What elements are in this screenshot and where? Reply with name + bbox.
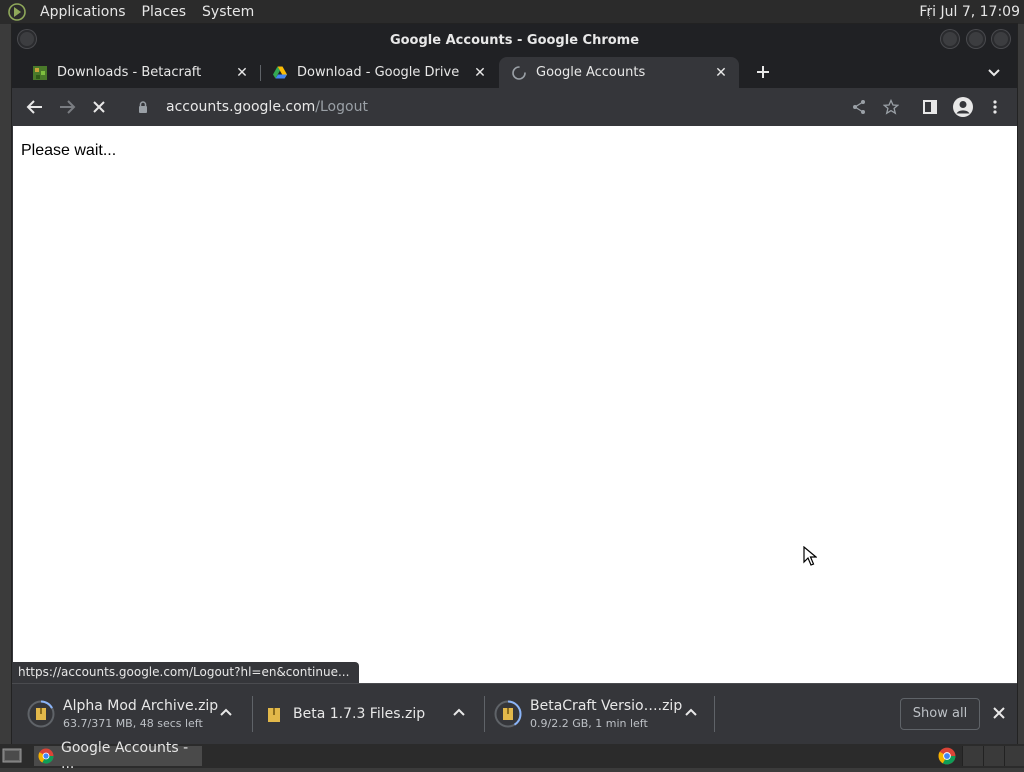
kebab-menu-icon[interactable]	[983, 95, 1007, 119]
download-status: 0.9/2.2 GB, 1 min left	[530, 717, 648, 730]
please-wait-text: Please wait...	[21, 142, 117, 159]
chrome-icon	[38, 748, 54, 764]
tab-label: Google Accounts	[536, 65, 646, 80]
window-title: Google Accounts - Google Chrome	[389, 33, 640, 48]
stop-loading-x-icon[interactable]	[87, 95, 111, 119]
taskbar-window-button[interactable]: Google Accounts - ...	[34, 740, 202, 772]
workspace-3[interactable]	[1004, 746, 1024, 766]
clock[interactable]: Fri Jul 7, 17:09	[919, 0, 1020, 24]
tab-google-accounts[interactable]: Google Accounts ✕	[499, 57, 739, 88]
link-status-bubble: https://accounts.google.com/Logout?hl=en…	[12, 662, 360, 683]
chrome-window: Google Accounts - Google Chrome Download…	[12, 24, 1017, 744]
toolbar: accounts.google.com/Logout	[12, 88, 1017, 126]
minimize-button[interactable]	[941, 30, 959, 48]
download-item[interactable]: BetaCraft Versio….zip 0.9/2.2 GB, 1 min …	[479, 684, 714, 744]
close-tab-icon[interactable]: ✕	[234, 65, 250, 81]
close-tab-icon[interactable]: ✕	[472, 65, 488, 81]
download-shelf: Alpha Mod Archive.zip 63.7/371 MB, 48 se…	[12, 683, 1017, 744]
distro-logo-icon[interactable]	[6, 1, 28, 23]
chevron-up-icon[interactable]	[682, 704, 700, 722]
page-viewport: Please wait...	[13, 126, 1017, 683]
betacraft-icon	[32, 65, 48, 81]
file-zip-icon	[27, 700, 55, 728]
tab-strip: Downloads - Betacraft ✕ Download - Googl…	[12, 57, 1017, 88]
title-bar[interactable]: Google Accounts - Google Chrome	[12, 24, 1017, 57]
side-panel-icon[interactable]	[918, 95, 942, 119]
download-filename: Beta 1.7.3 Files.zip	[293, 706, 426, 722]
back-arrow-icon[interactable]	[23, 95, 47, 119]
download-item[interactable]: Beta 1.7.3 Files.zip	[252, 684, 484, 744]
download-item[interactable]: Alpha Mod Archive.zip 63.7/371 MB, 48 se…	[12, 684, 252, 744]
chevron-up-icon[interactable]	[217, 704, 235, 722]
shelf-divider	[714, 696, 715, 732]
chevron-up-icon[interactable]	[450, 704, 468, 722]
lock-icon[interactable]	[136, 100, 150, 114]
top-panel: Applications Places System Fri Jul 7, 17…	[0, 0, 1024, 24]
download-filename: BetaCraft Versio….zip	[530, 698, 683, 714]
download-filename: Alpha Mod Archive.zip	[63, 698, 219, 714]
new-tab-plus-icon[interactable]	[752, 61, 774, 83]
tab-label: Download - Google Drive	[297, 65, 460, 80]
places-menu[interactable]: Places	[134, 4, 195, 20]
system-menu[interactable]: System	[194, 4, 262, 20]
workspace-2[interactable]	[983, 746, 1004, 766]
file-zip-icon	[265, 700, 285, 728]
address-bar[interactable]: accounts.google.com/Logout	[124, 92, 884, 122]
mouse-pointer-icon	[803, 545, 818, 566]
url-host: accounts.google.com	[166, 99, 316, 115]
tab-label: Downloads - Betacraft	[57, 65, 202, 80]
share-icon[interactable]	[847, 95, 871, 119]
profile-avatar-icon[interactable]	[951, 95, 975, 119]
tab-download-google-drive[interactable]: Download - Google Drive ✕	[260, 57, 498, 88]
url-path: /Logout	[315, 99, 368, 115]
bookmark-star-icon[interactable]	[879, 95, 903, 119]
close-window-button[interactable]	[992, 30, 1010, 48]
loading-spinner-icon	[511, 65, 527, 81]
close-shelf-icon[interactable]	[990, 704, 1008, 722]
taskbar-window-label: Google Accounts - ...	[61, 740, 189, 772]
workspace-1[interactable]	[962, 746, 983, 766]
applications-menu[interactable]: Applications	[32, 4, 134, 20]
file-zip-icon	[494, 700, 522, 728]
tab-search-chevron-icon[interactable]	[984, 62, 1004, 82]
maximize-button[interactable]	[967, 30, 985, 48]
download-status: 63.7/371 MB, 48 secs left	[63, 717, 203, 730]
show-desktop-icon[interactable]	[2, 748, 22, 764]
close-tab-icon[interactable]: ✕	[713, 65, 729, 81]
google-drive-icon	[272, 65, 288, 81]
tab-downloads-betacraft[interactable]: Downloads - Betacraft ✕	[12, 57, 260, 88]
chrome-icon[interactable]	[938, 747, 956, 765]
forward-arrow-icon[interactable]	[55, 95, 79, 119]
bottom-panel: Google Accounts - ...	[0, 740, 1024, 772]
show-all-button[interactable]: Show all	[900, 698, 980, 730]
